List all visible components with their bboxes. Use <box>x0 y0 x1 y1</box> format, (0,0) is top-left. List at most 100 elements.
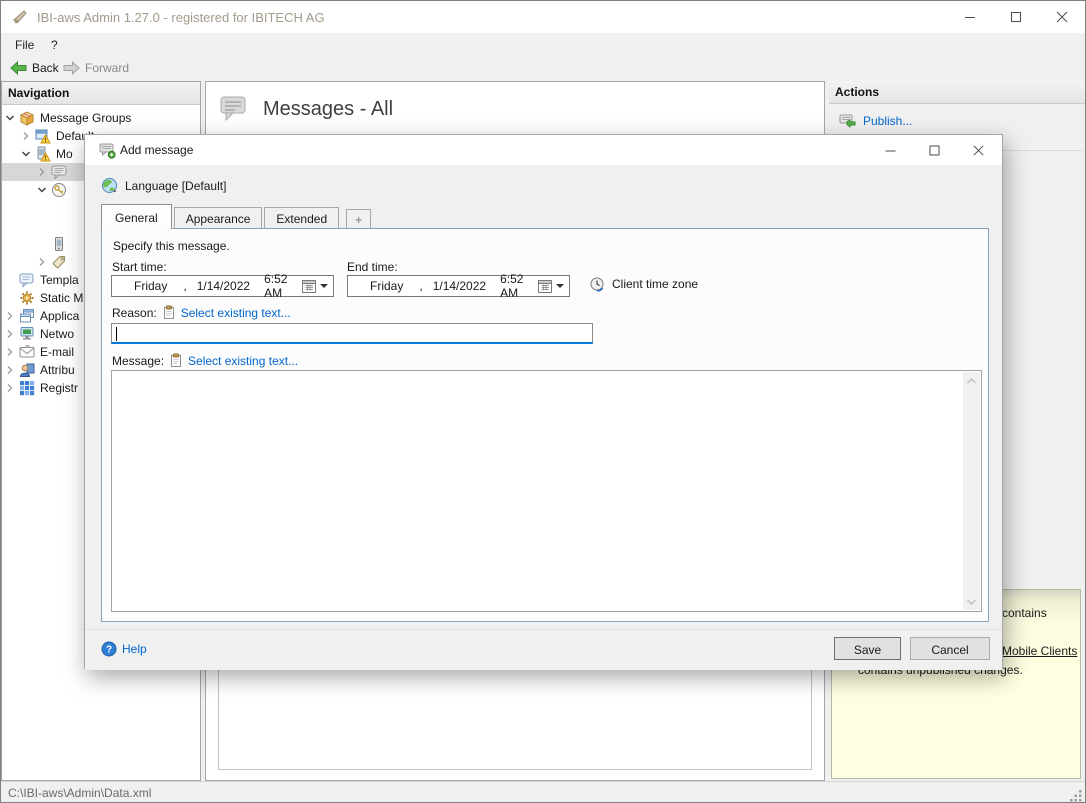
chevron-right-icon[interactable] <box>2 329 18 339</box>
chevron-right-icon[interactable] <box>2 365 18 375</box>
client-time-zone: Client time zone <box>588 275 698 293</box>
chevron-right-icon[interactable] <box>34 167 50 177</box>
window-title: IBI-aws Admin 1.27.0 - registered for IB… <box>37 10 325 25</box>
status-bar: C:\IBI-aws\Admin\Data.xml <box>1 781 1085 802</box>
scroll-up-icon[interactable] <box>963 372 980 389</box>
end-time-label: End time: <box>347 260 398 274</box>
messages-icon <box>219 93 249 123</box>
dialog-close-button[interactable] <box>956 135 1000 165</box>
template-bubble-icon <box>18 272 36 288</box>
maximize-button[interactable] <box>993 1 1039 32</box>
menu-bar: File ? <box>1 33 1085 56</box>
resize-grip[interactable] <box>1069 788 1083 802</box>
app-window: IBI-aws Admin 1.27.0 - registered for IB… <box>0 0 1086 803</box>
save-button[interactable]: Save <box>834 637 901 660</box>
sidebar-item-message-groups[interactable]: Message Groups <box>2 109 200 127</box>
help-action[interactable]: ? Help <box>101 641 147 657</box>
reason-input[interactable] <box>115 325 585 341</box>
reason-label: Reason: <box>112 305 157 320</box>
dialog-minimize-button[interactable] <box>868 135 912 165</box>
end-time-picker[interactable]: Friday , 1/14/2022 6:52 AM <box>347 272 570 300</box>
globe-icon <box>101 177 118 194</box>
cancel-button[interactable]: Cancel <box>910 637 990 660</box>
tool-bar: Back Forward <box>1 56 1085 80</box>
message-lines-icon <box>50 164 68 180</box>
window-alert-icon <box>34 128 52 144</box>
message-textarea[interactable] <box>114 373 960 609</box>
gear-icon <box>18 290 36 306</box>
key-circle-icon <box>50 182 68 198</box>
actions-header: Actions <box>829 81 1085 104</box>
phone-icon <box>50 236 68 252</box>
reason-input-wrap <box>111 323 593 344</box>
intro-text: Specify this message. <box>113 239 230 253</box>
chevron-right-icon[interactable] <box>34 257 50 267</box>
client-time-zone-label: Client time zone <box>612 277 699 291</box>
message-select-existing-link[interactable]: Select existing text... <box>188 354 298 368</box>
network-monitor-icon <box>18 326 36 342</box>
dialog-footer: ? Help Save Cancel <box>85 629 1002 670</box>
chevron-down-icon[interactable] <box>34 185 50 195</box>
tab-general[interactable]: General <box>101 204 172 229</box>
scrollbar[interactable] <box>963 372 980 610</box>
chevron-right-icon[interactable] <box>18 131 34 141</box>
minimize-button[interactable] <box>947 1 993 32</box>
email-icon <box>18 344 36 360</box>
publish-icon <box>839 113 857 129</box>
text-caret <box>116 327 117 341</box>
start-time-label: Start time: <box>112 260 167 274</box>
phone-alert-icon <box>34 146 52 162</box>
chevron-right-icon[interactable] <box>2 383 18 393</box>
add-message-dialog: Add message Language [Default] General A… <box>84 134 1003 670</box>
menu-file[interactable]: File <box>9 36 40 54</box>
person-icon <box>18 362 36 378</box>
start-time-picker[interactable]: Friday , 1/14/2022 6:52 AM <box>111 272 334 300</box>
title-bar: IBI-aws Admin 1.27.0 - registered for IB… <box>1 1 1085 33</box>
mobile-clients-link[interactable]: Mobile Clients <box>1002 644 1077 658</box>
applications-icon <box>18 308 36 324</box>
tag-icon <box>50 254 68 270</box>
menu-help[interactable]: ? <box>45 36 64 54</box>
scroll-down-icon[interactable] <box>963 593 980 610</box>
dialog-maximize-button[interactable] <box>912 135 956 165</box>
language-label: Language [Default] <box>125 178 227 193</box>
calendar-icon <box>538 280 552 293</box>
reason-select-existing-link[interactable]: Select existing text... <box>181 306 291 320</box>
message-row: Message: Select existing text... <box>112 353 298 368</box>
tab-add-language[interactable]: + <box>346 209 372 229</box>
general-tab-page: Specify this message. Start time: Friday… <box>101 228 989 622</box>
chevron-right-icon[interactable] <box>2 311 18 321</box>
dialog-title-bar: Add message <box>85 135 1002 165</box>
dropdown-arrow-icon[interactable] <box>556 284 564 288</box>
back-arrow-icon <box>10 61 27 75</box>
publish-link[interactable]: Publish... <box>863 114 912 128</box>
app-icon <box>12 9 28 25</box>
help-link[interactable]: Help <box>122 642 147 656</box>
message-textarea-wrap <box>111 370 982 612</box>
publish-action[interactable]: Publish... <box>839 113 912 129</box>
notification-text-fragment: contains <box>1002 606 1047 620</box>
svg-text:?: ? <box>106 645 112 656</box>
close-button[interactable] <box>1039 1 1085 32</box>
calendar-icon <box>302 280 316 293</box>
reason-row: Reason: Select existing text... <box>112 305 291 320</box>
language-row: Language [Default] <box>101 177 226 194</box>
dropdown-arrow-icon[interactable] <box>320 284 328 288</box>
chevron-down-icon[interactable] <box>18 149 34 159</box>
paste-icon <box>169 353 183 368</box>
main-header: Messages - All <box>206 82 824 135</box>
back-button[interactable]: Back <box>6 58 63 78</box>
navigation-header: Navigation <box>2 82 200 105</box>
chevron-right-icon[interactable] <box>2 347 18 357</box>
package-icon <box>18 110 36 126</box>
add-message-icon <box>99 142 116 159</box>
forward-button[interactable]: Forward <box>59 58 133 78</box>
help-icon: ? <box>101 641 117 657</box>
tab-extended[interactable]: Extended <box>264 207 340 229</box>
tab-appearance[interactable]: Appearance <box>173 207 263 229</box>
paste-icon <box>162 305 176 320</box>
chevron-down-icon[interactable] <box>2 113 18 123</box>
tab-strip: General Appearance Extended + <box>101 204 373 229</box>
grid-icon <box>18 380 36 396</box>
dialog-title: Add message <box>120 143 194 157</box>
